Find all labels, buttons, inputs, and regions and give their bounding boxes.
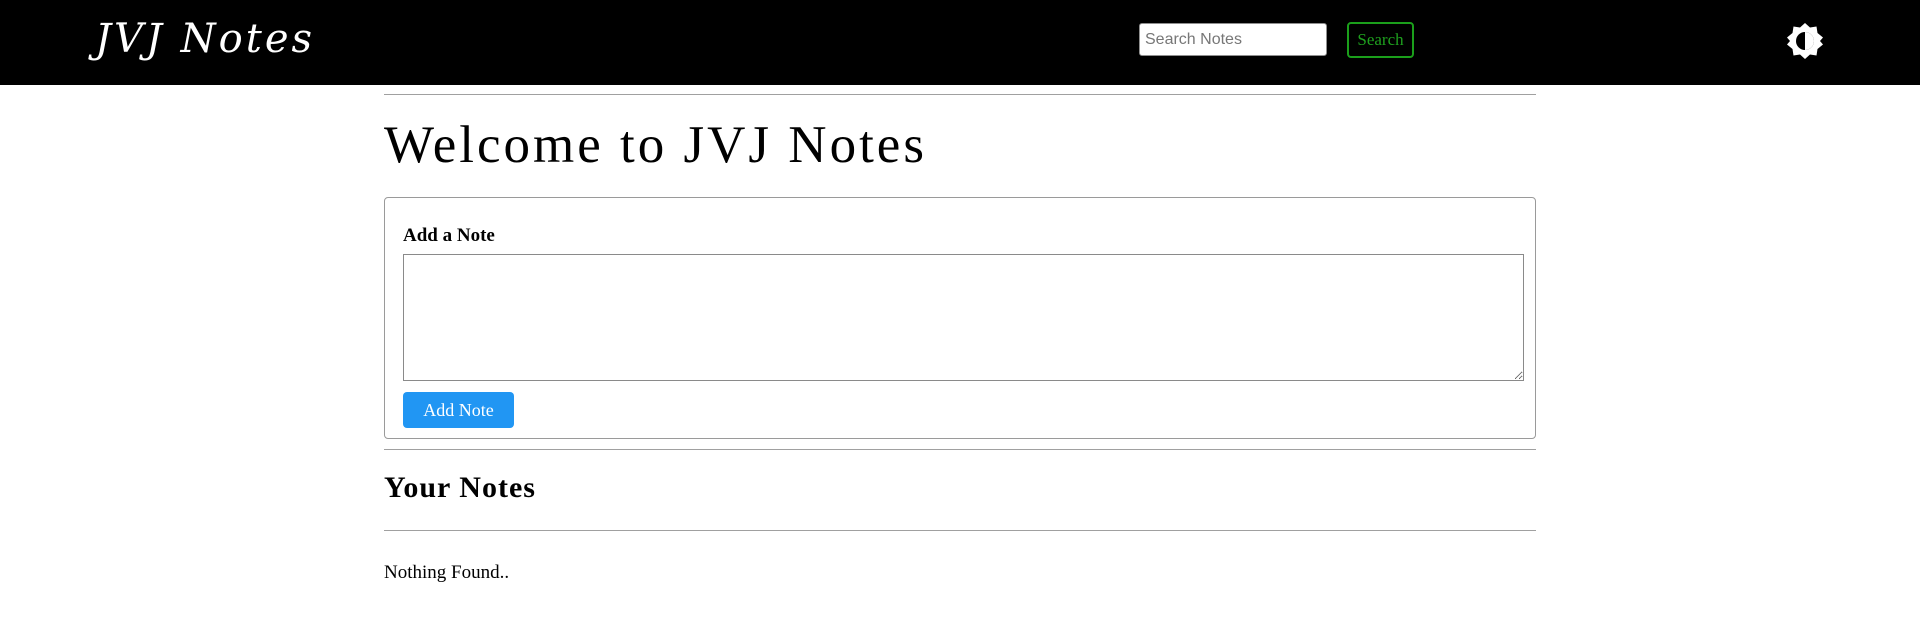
add-note-card: Add a Note Add Note: [384, 197, 1536, 439]
theme-toggle-button[interactable]: [1785, 21, 1825, 61]
divider: [384, 530, 1536, 531]
add-note-button[interactable]: Add Note: [403, 392, 514, 428]
empty-notes-message: Nothing Found..: [384, 562, 510, 583]
divider: [384, 94, 1536, 95]
note-textarea[interactable]: [403, 254, 1524, 381]
brand-logo[interactable]: JVJ Notes: [95, 16, 315, 62]
add-note-label: Add a Note: [403, 225, 495, 246]
contrast-icon: [1787, 23, 1823, 59]
notes-section-title: Your Notes: [384, 471, 536, 504]
top-navbar: JVJ Notes Search: [0, 0, 1920, 85]
page-title: Welcome to JVJ Notes: [384, 116, 927, 174]
search-input[interactable]: [1139, 23, 1327, 56]
divider: [384, 449, 1536, 450]
search-button[interactable]: Search: [1347, 22, 1414, 58]
